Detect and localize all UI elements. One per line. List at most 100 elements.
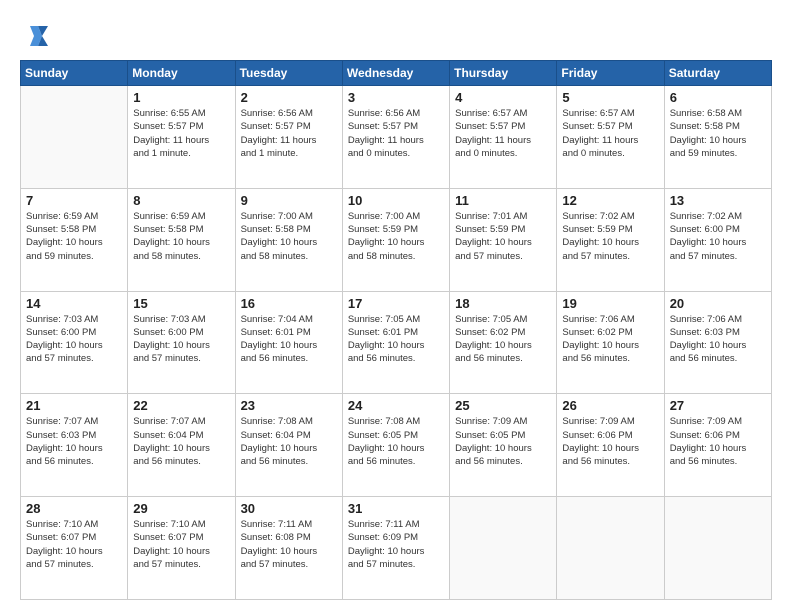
day-number: 11 — [455, 193, 551, 208]
day-number: 25 — [455, 398, 551, 413]
calendar-cell — [664, 497, 771, 600]
day-number: 15 — [133, 296, 229, 311]
day-number: 8 — [133, 193, 229, 208]
day-info: Sunrise: 7:04 AM Sunset: 6:01 PM Dayligh… — [241, 313, 337, 366]
calendar-cell: 14 Sunrise: 7:03 AM Sunset: 6:00 PM Dayli… — [21, 291, 128, 394]
day-number: 26 — [562, 398, 658, 413]
day-number: 10 — [348, 193, 444, 208]
day-number: 16 — [241, 296, 337, 311]
day-info: Sunrise: 7:10 AM Sunset: 6:07 PM Dayligh… — [133, 518, 229, 571]
day-number: 4 — [455, 90, 551, 105]
day-of-week-header: Thursday — [450, 61, 557, 86]
calendar-cell: 21 Sunrise: 7:07 AM Sunset: 6:03 PM Dayli… — [21, 394, 128, 497]
calendar-cell: 7Sunrise: 6:59 AM Sunset: 5:58 PM Daylig… — [21, 188, 128, 291]
calendar-cell: 3 Sunrise: 6:56 AM Sunset: 5:57 PM Daylig… — [342, 86, 449, 189]
day-number: 27 — [670, 398, 766, 413]
day-number: 29 — [133, 501, 229, 516]
day-info: Sunrise: 7:02 AM Sunset: 5:59 PM Dayligh… — [562, 210, 658, 263]
day-info: Sunrise: 7:00 AM Sunset: 5:59 PM Dayligh… — [348, 210, 444, 263]
day-info: Sunrise: 6:58 AM Sunset: 5:58 PM Dayligh… — [670, 107, 766, 160]
calendar-cell: 5Sunrise: 6:57 AM Sunset: 5:57 PM Daylig… — [557, 86, 664, 189]
calendar-cell: 22Sunrise: 7:07 AM Sunset: 6:04 PM Dayli… — [128, 394, 235, 497]
day-info: Sunrise: 7:09 AM Sunset: 6:06 PM Dayligh… — [670, 415, 766, 468]
day-number: 14 — [26, 296, 122, 311]
day-number: 30 — [241, 501, 337, 516]
calendar-cell — [557, 497, 664, 600]
logo-icon — [20, 22, 48, 50]
day-number: 13 — [670, 193, 766, 208]
day-info: Sunrise: 7:01 AM Sunset: 5:59 PM Dayligh… — [455, 210, 551, 263]
calendar-cell: 29 Sunrise: 7:10 AM Sunset: 6:07 PM Dayli… — [128, 497, 235, 600]
day-info: Sunrise: 7:06 AM Sunset: 6:03 PM Dayligh… — [670, 313, 766, 366]
day-info: Sunrise: 7:09 AM Sunset: 6:05 PM Dayligh… — [455, 415, 551, 468]
day-info: Sunrise: 7:05 AM Sunset: 6:01 PM Dayligh… — [348, 313, 444, 366]
calendar-week-row: 1Sunrise: 6:55 AM Sunset: 5:57 PM Daylig… — [21, 86, 772, 189]
day-info: Sunrise: 7:03 AM Sunset: 6:00 PM Dayligh… — [26, 313, 122, 366]
day-number: 17 — [348, 296, 444, 311]
day-info: Sunrise: 6:57 AM Sunset: 5:57 PM Dayligh… — [562, 107, 658, 160]
day-info: Sunrise: 7:08 AM Sunset: 6:05 PM Dayligh… — [348, 415, 444, 468]
day-info: Sunrise: 7:11 AM Sunset: 6:09 PM Dayligh… — [348, 518, 444, 571]
calendar-cell: 1Sunrise: 6:55 AM Sunset: 5:57 PM Daylig… — [128, 86, 235, 189]
day-of-week-header: Monday — [128, 61, 235, 86]
calendar-week-row: 28Sunrise: 7:10 AM Sunset: 6:07 PM Dayli… — [21, 497, 772, 600]
day-info: Sunrise: 7:07 AM Sunset: 6:03 PM Dayligh… — [26, 415, 122, 468]
calendar-cell: 11 Sunrise: 7:01 AM Sunset: 5:59 PM Dayli… — [450, 188, 557, 291]
calendar-cell: 12 Sunrise: 7:02 AM Sunset: 5:59 PM Dayli… — [557, 188, 664, 291]
day-number: 19 — [562, 296, 658, 311]
day-info: Sunrise: 7:07 AM Sunset: 6:04 PM Dayligh… — [133, 415, 229, 468]
day-info: Sunrise: 7:00 AM Sunset: 5:58 PM Dayligh… — [241, 210, 337, 263]
day-info: Sunrise: 7:05 AM Sunset: 6:02 PM Dayligh… — [455, 313, 551, 366]
day-of-week-header: Friday — [557, 61, 664, 86]
day-of-week-header: Tuesday — [235, 61, 342, 86]
calendar-cell: 8 Sunrise: 6:59 AM Sunset: 5:58 PM Daylig… — [128, 188, 235, 291]
calendar-cell: 4 Sunrise: 6:57 AM Sunset: 5:57 PM Daylig… — [450, 86, 557, 189]
day-number: 18 — [455, 296, 551, 311]
day-number: 12 — [562, 193, 658, 208]
calendar-cell: 9Sunrise: 7:00 AM Sunset: 5:58 PM Daylig… — [235, 188, 342, 291]
calendar-cell: 27 Sunrise: 7:09 AM Sunset: 6:06 PM Dayli… — [664, 394, 771, 497]
calendar-cell: 25 Sunrise: 7:09 AM Sunset: 6:05 PM Dayli… — [450, 394, 557, 497]
calendar-cell: 13 Sunrise: 7:02 AM Sunset: 6:00 PM Dayli… — [664, 188, 771, 291]
calendar-cell: 17 Sunrise: 7:05 AM Sunset: 6:01 PM Dayli… — [342, 291, 449, 394]
calendar-week-row: 14 Sunrise: 7:03 AM Sunset: 6:00 PM Dayli… — [21, 291, 772, 394]
day-info: Sunrise: 6:56 AM Sunset: 5:57 PM Dayligh… — [241, 107, 337, 160]
calendar-week-row: 21 Sunrise: 7:07 AM Sunset: 6:03 PM Dayli… — [21, 394, 772, 497]
calendar-cell: 20Sunrise: 7:06 AM Sunset: 6:03 PM Dayli… — [664, 291, 771, 394]
calendar-cell: 15 Sunrise: 7:03 AM Sunset: 6:00 PM Dayli… — [128, 291, 235, 394]
calendar-week-row: 7 Sunrise: 6:59 AM Sunset: 5:58 PM Daylig… — [21, 188, 772, 291]
day-number: 31 — [348, 501, 444, 516]
calendar-cell: 23 Sunrise: 7:08 AM Sunset: 6:04 PM Dayli… — [235, 394, 342, 497]
day-of-week-header: Saturday — [664, 61, 771, 86]
day-number: 6 — [670, 90, 766, 105]
day-info: Sunrise: 7:11 AM Sunset: 6:08 PM Dayligh… — [241, 518, 337, 571]
calendar-cell: 18 Sunrise: 7:05 AM Sunset: 6:02 PM Dayli… — [450, 291, 557, 394]
calendar-cell: 19Sunrise: 7:06 AM Sunset: 6:02 PM Dayli… — [557, 291, 664, 394]
calendar-cell — [450, 497, 557, 600]
calendar-cell: 16 Sunrise: 7:04 AM Sunset: 6:01 PM Dayli… — [235, 291, 342, 394]
day-info: Sunrise: 6:57 AM Sunset: 5:57 PM Dayligh… — [455, 107, 551, 160]
day-info: Sunrise: 6:56 AM Sunset: 5:57 PM Dayligh… — [348, 107, 444, 160]
day-number: 7 — [26, 193, 122, 208]
day-number: 2 — [241, 90, 337, 105]
calendar-cell: 31 Sunrise: 7:11 AM Sunset: 6:09 PM Dayli… — [342, 497, 449, 600]
day-number: 1 — [133, 90, 229, 105]
calendar-cell — [21, 86, 128, 189]
day-info: Sunrise: 7:09 AM Sunset: 6:06 PM Dayligh… — [562, 415, 658, 468]
logo — [20, 22, 52, 50]
calendar-cell: 10 Sunrise: 7:00 AM Sunset: 5:59 PM Dayli… — [342, 188, 449, 291]
calendar-cell: 24Sunrise: 7:08 AM Sunset: 6:05 PM Dayli… — [342, 394, 449, 497]
day-info: Sunrise: 7:03 AM Sunset: 6:00 PM Dayligh… — [133, 313, 229, 366]
day-info: Sunrise: 7:10 AM Sunset: 6:07 PM Dayligh… — [26, 518, 122, 571]
day-info: Sunrise: 7:08 AM Sunset: 6:04 PM Dayligh… — [241, 415, 337, 468]
calendar-cell: 30 Sunrise: 7:11 AM Sunset: 6:08 PM Dayli… — [235, 497, 342, 600]
day-number: 3 — [348, 90, 444, 105]
calendar-cell: 26 Sunrise: 7:09 AM Sunset: 6:06 PM Dayli… — [557, 394, 664, 497]
day-number: 23 — [241, 398, 337, 413]
day-info: Sunrise: 7:02 AM Sunset: 6:00 PM Dayligh… — [670, 210, 766, 263]
page: SundayMondayTuesdayWednesdayThursdayFrid… — [0, 0, 792, 612]
calendar-cell: 2 Sunrise: 6:56 AM Sunset: 5:57 PM Daylig… — [235, 86, 342, 189]
day-number: 21 — [26, 398, 122, 413]
day-of-week-header: Sunday — [21, 61, 128, 86]
day-info: Sunrise: 6:59 AM Sunset: 5:58 PM Dayligh… — [133, 210, 229, 263]
